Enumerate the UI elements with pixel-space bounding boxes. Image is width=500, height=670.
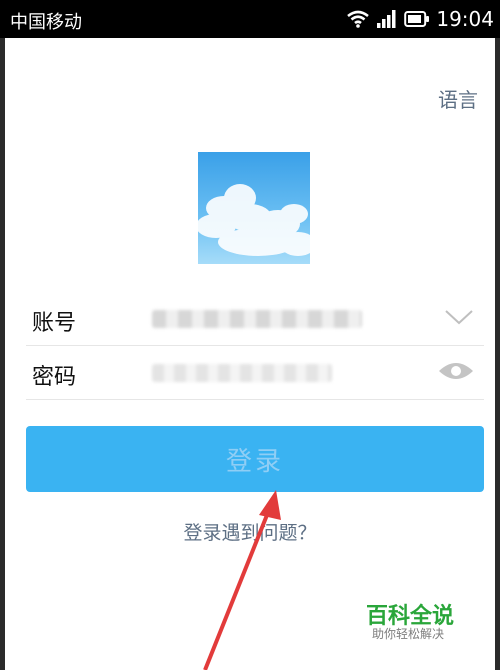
- login-help-link[interactable]: 登录遇到问题？: [0, 518, 500, 545]
- eye-icon: [439, 363, 473, 379]
- signal-icon: [377, 10, 396, 28]
- account-input[interactable]: [152, 310, 362, 328]
- password-input[interactable]: [152, 364, 332, 382]
- chevron-down-icon: [445, 310, 473, 325]
- wifi-icon: [347, 10, 370, 28]
- status-icons: 19:04: [346, 6, 494, 32]
- login-button[interactable]: 登录: [26, 426, 484, 492]
- screen-edge-left: [0, 38, 5, 670]
- sky-clouds-image: [198, 184, 310, 256]
- password-visibility-toggle[interactable]: [438, 359, 474, 387]
- carrier-name: 中国移动: [10, 12, 82, 33]
- account-row: 账号: [26, 293, 484, 346]
- language-button[interactable]: 语言: [438, 84, 478, 113]
- status-clock: 19:04: [436, 7, 494, 31]
- screen-edge-right: [495, 38, 500, 670]
- password-label: 密码: [32, 365, 77, 390]
- avatar: [198, 152, 310, 264]
- password-row: 密码: [26, 347, 484, 400]
- account-label: 账号: [32, 311, 77, 336]
- battery-icon: [404, 11, 430, 27]
- watermark-tagline: 助你轻松解决: [372, 627, 445, 641]
- status-bar: 中国移动 19:04: [0, 0, 500, 38]
- account-dropdown-button[interactable]: [444, 307, 474, 331]
